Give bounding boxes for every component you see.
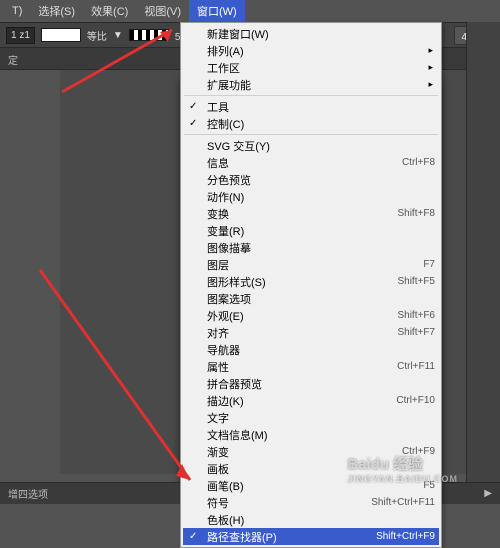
menu-shortcut: Shift+F8: [397, 208, 435, 219]
menu-shortcut: Shift+F5: [397, 276, 435, 287]
check-icon: ✓: [189, 531, 197, 542]
menu-item-8[interactable]: SVG 交互(Y): [183, 137, 439, 154]
menu-item-12[interactable]: 变换 Shift+F8: [183, 205, 439, 222]
menu-item-label: 属性: [207, 359, 229, 375]
menu-item-label: 路径查找器(P): [207, 529, 277, 545]
menu-item-16[interactable]: 图形样式(S) Shift+F5: [183, 273, 439, 290]
menu-shortcut: Shift+Ctrl+F9: [376, 531, 435, 542]
zoom-field[interactable]: 1 z1: [6, 27, 35, 44]
menu-item-label: 外观(E): [207, 308, 244, 324]
menu-shortcut: Ctrl+F8: [402, 157, 435, 168]
menu-item-label: 图形样式(S): [207, 274, 266, 290]
menu-item-label: 信息: [207, 155, 229, 171]
menu-item-10[interactable]: 分色预览: [183, 171, 439, 188]
menu-item-label: 排列(A): [207, 43, 244, 59]
menu-item-label: 画板: [207, 461, 229, 477]
menu-item-label: 扩展功能: [207, 77, 251, 93]
menu-item-20[interactable]: 导航器: [183, 341, 439, 358]
menu-item-6[interactable]: ✓ 控制(C): [183, 115, 439, 132]
menu-item-label: 色板(H): [207, 512, 244, 528]
menu-shortcut: Shift+Ctrl+F11: [371, 497, 435, 508]
menu-item-22[interactable]: 拼合器预览: [183, 375, 439, 392]
menu-item-label: 图像描摹: [207, 240, 251, 256]
menu-item-21[interactable]: 属性 Ctrl+F11: [183, 358, 439, 375]
watermark-main: Baidu 经验: [347, 456, 423, 473]
menu-shortcut: F7: [423, 259, 435, 270]
menu-item-label: 文字: [207, 410, 229, 426]
menu-item-label: 动作(N): [207, 189, 244, 205]
menu-view[interactable]: 视图(V): [136, 0, 189, 22]
menu-item-label: 符号: [207, 495, 229, 511]
menu-item-label: 拼合器预览: [207, 376, 262, 392]
menu-window[interactable]: 窗口(W): [189, 0, 245, 22]
menu-item-18[interactable]: 外观(E) Shift+F6: [183, 307, 439, 324]
fill-swatch[interactable]: [41, 28, 81, 42]
menu-item-23[interactable]: 描边(K) Ctrl+F10: [183, 392, 439, 409]
menu-item-label: 变量(R): [207, 223, 244, 239]
menu-item-label: 图案选项: [207, 291, 251, 307]
watermark: Baidu 经验 JINGYAN.BAIDU.COM: [347, 453, 458, 484]
menu-shortcut: Shift+F7: [397, 327, 435, 338]
menu-item-label: 画笔(B): [207, 478, 244, 494]
check-icon: ✓: [189, 118, 197, 129]
menu-t[interactable]: T): [4, 2, 30, 20]
menu-item-9[interactable]: 信息 Ctrl+F8: [183, 154, 439, 171]
proportion-label: 等比: [87, 28, 107, 43]
menu-item-19[interactable]: 对齐 Shift+F7: [183, 324, 439, 341]
menu-item-label: 控制(C): [207, 116, 244, 132]
menu-item-label: 变换: [207, 206, 229, 222]
menu-item-label: 渐变: [207, 444, 229, 460]
menubar: T) 选择(S) 效果(C) 视图(V) 窗口(W): [0, 0, 500, 22]
menu-item-25[interactable]: 文档信息(M): [183, 426, 439, 443]
menu-item-label: 描边(K): [207, 393, 244, 409]
menu-effect[interactable]: 效果(C): [83, 0, 136, 22]
menu-item-label: 工具: [207, 99, 229, 115]
menu-item-5[interactable]: ✓ 工具: [183, 98, 439, 115]
menu-item-13[interactable]: 变量(R): [183, 222, 439, 239]
menu-item-31[interactable]: ✓ 路径查找器(P) Shift+Ctrl+F9: [183, 528, 439, 545]
menu-item-label: 导航器: [207, 342, 240, 358]
status-label[interactable]: 增四选项: [0, 486, 56, 501]
menu-item-label: 新建窗口(W): [207, 26, 269, 42]
check-icon: ✓: [189, 101, 197, 112]
menu-item-label: 文档信息(M): [207, 427, 268, 443]
menu-item-0[interactable]: 新建窗口(W): [183, 25, 439, 42]
menu-item-14[interactable]: 图像描摹: [183, 239, 439, 256]
menu-item-1[interactable]: 排列(A): [183, 42, 439, 59]
menu-item-2[interactable]: 工作区: [183, 59, 439, 76]
panel-dock[interactable]: [466, 22, 500, 482]
menu-item-label: SVG 交互(Y): [207, 138, 270, 154]
menu-item-15[interactable]: 图层 F7: [183, 256, 439, 273]
menu-item-3[interactable]: 扩展功能: [183, 76, 439, 93]
subbar-label: 定: [8, 56, 18, 67]
menu-item-11[interactable]: 动作(N): [183, 188, 439, 205]
menu-shortcut: Ctrl+F10: [396, 395, 435, 406]
menu-shortcut: Ctrl+F11: [397, 361, 435, 372]
watermark-sub: JINGYAN.BAIDU.COM: [347, 474, 458, 484]
menu-separator: [184, 95, 438, 96]
menu-select[interactable]: 选择(S): [30, 0, 83, 22]
menu-item-label: 图层: [207, 257, 229, 273]
menu-item-24[interactable]: 文字: [183, 409, 439, 426]
menu-item-17[interactable]: 图案选项: [183, 290, 439, 307]
menu-item-label: 工作区: [207, 60, 240, 76]
menu-item-label: 对齐: [207, 325, 229, 341]
menu-separator: [184, 134, 438, 135]
menu-item-29[interactable]: 符号 Shift+Ctrl+F11: [183, 494, 439, 511]
menu-item-label: 分色预览: [207, 172, 251, 188]
menu-item-30[interactable]: 色板(H): [183, 511, 439, 528]
stroke-style[interactable]: [129, 29, 169, 41]
menu-shortcut: Shift+F6: [397, 310, 435, 321]
dropdown-arrow-icon[interactable]: ▼: [113, 30, 123, 41]
status-arrow-icon[interactable]: ▶: [484, 488, 500, 499]
